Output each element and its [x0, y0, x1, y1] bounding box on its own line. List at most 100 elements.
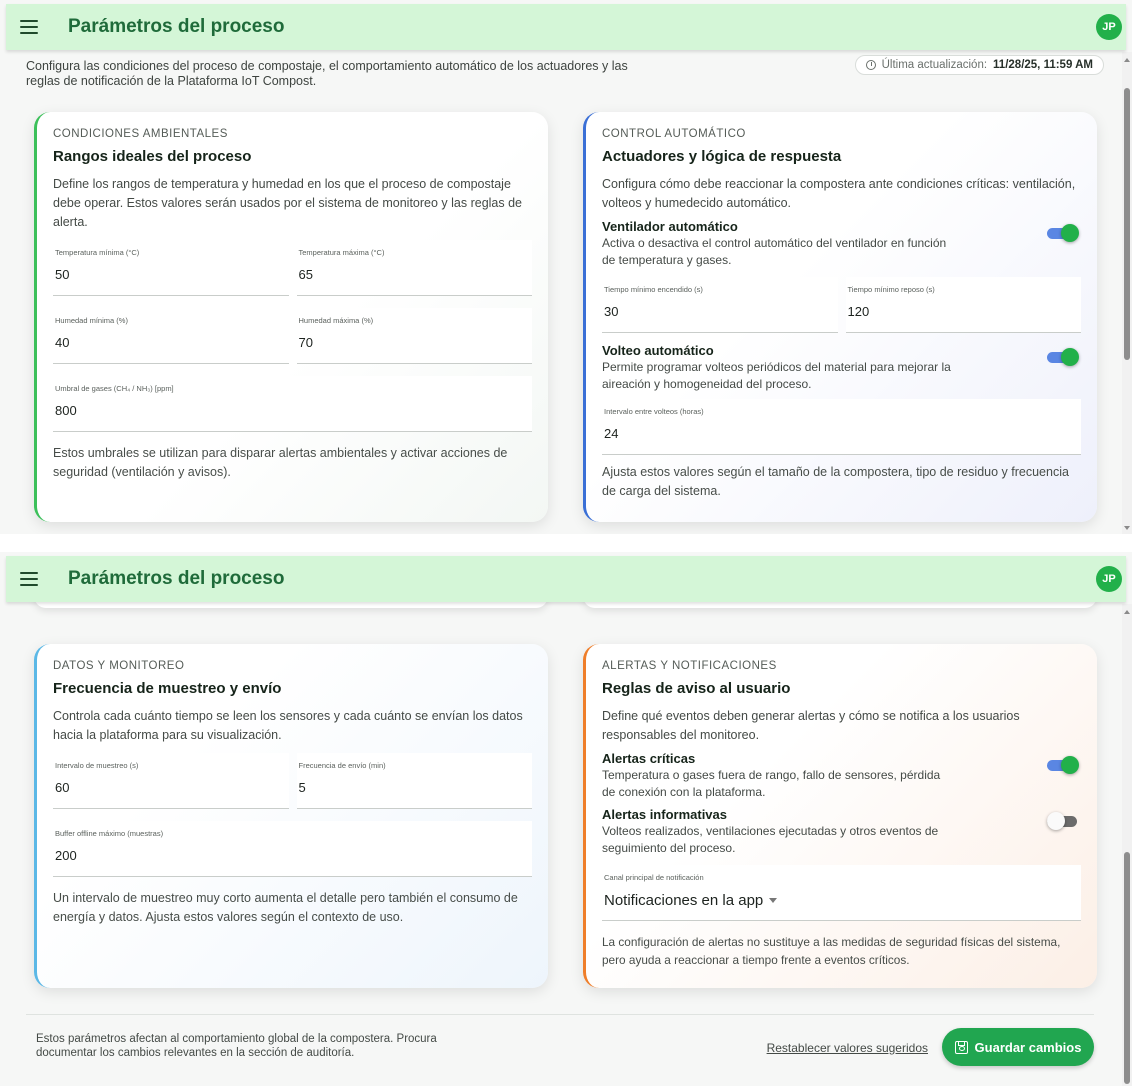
critical-alerts-row: Alertas críticas Temperatura o gases fue…: [602, 751, 1081, 801]
toggle-text: Ventilador automático Activa o desactiva…: [602, 219, 952, 269]
scrollbar[interactable]: [1122, 52, 1132, 534]
scroll-up-arrow-icon[interactable]: [1124, 58, 1130, 62]
reset-defaults-link[interactable]: Restablecer valores sugeridos: [767, 1041, 928, 1055]
save-button-label: Guardar cambios: [974, 1039, 1082, 1055]
info-alerts-toggle[interactable]: [1047, 811, 1079, 831]
avatar[interactable]: JP: [1096, 566, 1122, 592]
alerts-card: ALERTAS Y NOTIFICACIONES Reglas de aviso…: [583, 644, 1097, 988]
last-updated-label: Última actualización:: [881, 59, 988, 71]
scroll-thumb[interactable]: [1124, 852, 1130, 1084]
card-eyebrow: CONDICIONES AMBIENTALES: [53, 128, 228, 140]
field-value[interactable]: 50: [55, 267, 279, 282]
temp-max-field[interactable]: Temperatura máxima (°C) 65: [296, 240, 532, 296]
page-description: Configura las condiciones del proceso de…: [26, 59, 628, 88]
fan-min-on-field[interactable]: Tiempo mínimo encendido (s) 30: [602, 277, 838, 333]
field-value[interactable]: 70: [299, 335, 523, 350]
send-frequency-field[interactable]: Frecuencia de envío (min) 5: [296, 753, 532, 809]
card-title: Reglas de aviso al usuario: [602, 680, 791, 697]
control-card: CONTROL AUTOMÁTICO Actuadores y lógica d…: [583, 112, 1097, 522]
fan-min-rest-field[interactable]: Tiempo mínimo reposo (s) 120: [845, 277, 1081, 333]
field-label: Frecuencia de envío (min): [298, 761, 386, 770]
page-footer: Estos parámetros afectan al comportamien…: [26, 1014, 1094, 1086]
avatar[interactable]: JP: [1096, 14, 1122, 40]
field-label: Tiempo mínimo reposo (s): [847, 285, 935, 294]
scroll-up-arrow-icon[interactable]: [1124, 610, 1130, 614]
chevron-down-icon[interactable]: [769, 898, 778, 903]
field-value[interactable]: 30: [604, 304, 828, 319]
card-title: Frecuencia de muestreo y envío: [53, 680, 282, 697]
scroll-down-arrow-icon[interactable]: [1124, 526, 1130, 530]
data-card: DATOS Y MONITOREO Frecuencia de muestreo…: [34, 644, 548, 988]
toggle-description: Temperatura o gases fuera de rango, fall…: [602, 768, 941, 799]
card-eyebrow: ALERTAS Y NOTIFICACIONES: [602, 660, 777, 672]
field-value[interactable]: 24: [604, 426, 1071, 441]
humidity-max-field[interactable]: Humedad máxima (%) 70: [296, 308, 532, 364]
page-title: Parámetros del proceso: [68, 568, 285, 589]
page-title: Parámetros del proceso: [68, 16, 285, 37]
fan-toggle-row: Ventilador automático Activa o desactiva…: [602, 219, 1081, 269]
data-fields: Intervalo de muestreo (s) 60 Frecuencia …: [53, 753, 532, 877]
channel-fields: Canal principal de notificación Notifica…: [602, 865, 1081, 921]
toggle-title: Alertas críticas: [602, 751, 696, 766]
info-alerts-row: Alertas informativas Volteos realizados,…: [602, 807, 1081, 857]
app-bar: Parámetros del proceso JP: [6, 4, 1126, 50]
field-label: Intervalo de muestreo (s): [55, 761, 139, 770]
environment-card: CONDICIONES AMBIENTALES Rangos ideales d…: [34, 112, 548, 522]
field-label: Humedad mínima (%): [55, 316, 128, 325]
field-label: Tiempo mínimo encendido (s): [604, 285, 703, 294]
turn-interval-field[interactable]: Intervalo entre volteos (horas) 24: [602, 399, 1081, 455]
clock-icon: [865, 60, 876, 70]
sample-interval-field[interactable]: Intervalo de muestreo (s) 60: [53, 753, 289, 809]
footer-text: Estos parámetros afectan al comportamien…: [36, 1033, 437, 1059]
card-note: Un intervalo de muestreo muy corto aumen…: [53, 891, 518, 924]
offline-buffer-field[interactable]: Buffer offline máximo (muestras) 200: [53, 821, 532, 877]
toggle-text: Volteo automático Permite programar volt…: [602, 343, 952, 393]
notification-channel-select[interactable]: Canal principal de notificación Notifica…: [602, 865, 1081, 921]
field-label: Canal principal de notificación: [604, 873, 704, 882]
humidity-min-field[interactable]: Humedad mínima (%) 40: [53, 308, 289, 364]
critical-alerts-toggle[interactable]: [1047, 755, 1079, 775]
card-description: Configura cómo debe reaccionar la compos…: [602, 177, 1076, 210]
toggle-description: Volteos realizados, ventilaciones ejecut…: [602, 824, 939, 855]
last-updated-badge: Última actualización: 11/28/25, 11:59 AM: [854, 55, 1104, 75]
fan-auto-toggle[interactable]: [1047, 223, 1079, 243]
menu-icon[interactable]: [20, 572, 38, 586]
turn-fields: Intervalo entre volteos (horas) 24: [602, 399, 1081, 455]
gas-threshold-field[interactable]: Umbral de gases (CH₄ / NH₃) [ppm] 800: [53, 376, 532, 432]
select-value[interactable]: Notificaciones en la app: [604, 892, 1071, 909]
turn-auto-toggle[interactable]: [1047, 347, 1079, 367]
toggle-text: Alertas informativas Volteos realizados,…: [602, 807, 952, 857]
toggle-text: Alertas críticas Temperatura o gases fue…: [602, 751, 952, 801]
last-updated-value: 11/28/25, 11:59 AM: [993, 59, 1093, 71]
card-description: Define los rangos de temperatura y humed…: [53, 177, 523, 229]
scroll-thumb[interactable]: [1124, 88, 1130, 360]
scrollbar[interactable]: [1122, 604, 1132, 1086]
field-label: Humedad máxima (%): [298, 316, 374, 325]
field-value[interactable]: 5: [299, 780, 523, 795]
field-label: Intervalo entre volteos (horas): [604, 407, 704, 416]
card-description: Define qué eventos deben generar alertas…: [602, 709, 1020, 742]
save-button[interactable]: Guardar cambios: [942, 1028, 1094, 1066]
card-note: Ajusta estos valores según el tamaño de …: [602, 465, 1069, 498]
card-title: Actuadores y lógica de respuesta: [602, 148, 842, 165]
field-value[interactable]: 60: [55, 780, 279, 795]
turn-toggle-row: Volteo automático Permite programar volt…: [602, 343, 1081, 393]
field-value[interactable]: 800: [55, 403, 522, 418]
environment-fields: Temperatura mínima (°C) 50 Temperatura m…: [53, 240, 532, 432]
menu-icon[interactable]: [20, 20, 38, 34]
view-top: Parámetros del proceso JP Configura las …: [0, 0, 1132, 534]
view-bottom: Parámetros del proceso JP DATOS Y MONITO…: [0, 552, 1132, 1086]
field-value[interactable]: 40: [55, 335, 279, 350]
fan-fields: Tiempo mínimo encendido (s) 30 Tiempo mí…: [602, 277, 1081, 333]
field-label: Umbral de gases (CH₄ / NH₃) [ppm]: [55, 384, 174, 393]
select-value-text: Notificaciones en la app: [604, 892, 764, 909]
toggle-description: Permite programar volteos periódicos del…: [602, 360, 951, 391]
toggle-title: Volteo automático: [602, 343, 714, 358]
temp-min-field[interactable]: Temperatura mínima (°C) 50: [53, 240, 289, 296]
field-value[interactable]: 120: [848, 304, 1072, 319]
card-title: Rangos ideales del proceso: [53, 148, 252, 165]
field-value[interactable]: 65: [299, 267, 523, 282]
card-eyebrow: CONTROL AUTOMÁTICO: [602, 128, 746, 140]
field-value[interactable]: 200: [55, 848, 522, 863]
field-label: Buffer offline máximo (muestras): [55, 829, 164, 838]
